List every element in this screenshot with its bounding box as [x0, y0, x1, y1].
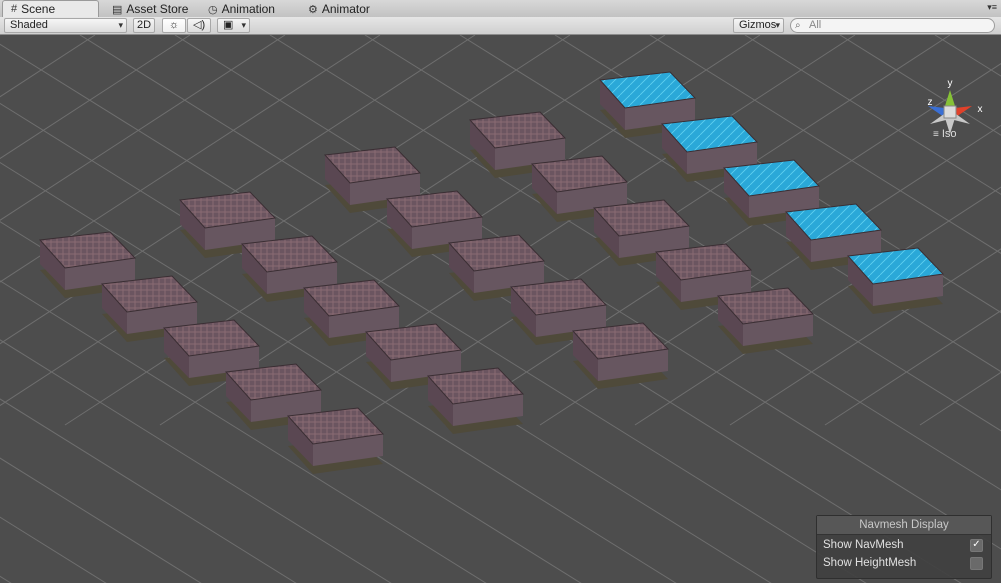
tab-animation-label: Animation	[221, 2, 275, 16]
navmesh-display-panel: Navmesh Display Show NavMesh ✓ Show Heig…	[816, 515, 992, 579]
grid-line	[0, 280, 487, 583]
animator-icon: ⚙	[308, 3, 318, 16]
render-mode-dropdown[interactable]: Shaded	[4, 18, 127, 33]
show-heightmesh-label: Show HeightMesh	[823, 557, 917, 569]
level-block[interactable]	[286, 407, 385, 474]
navmesh-panel-title: Navmesh Display	[817, 516, 991, 535]
tab-scene[interactable]: # Scene	[2, 0, 99, 17]
show-navmesh-row[interactable]: Show NavMesh ✓	[823, 537, 987, 553]
projection-label: Iso	[941, 128, 957, 140]
search-placeholder: All	[809, 19, 822, 31]
grid-line	[0, 575, 12, 583]
tab-animator-label: Animator	[321, 2, 370, 16]
grid-line	[444, 63, 1001, 426]
editor-tab-bar: # Scene ▤ Asset Store ◷ Animation ⚙ Anim…	[0, 0, 1001, 18]
menu-lines-icon: ≡	[933, 128, 939, 140]
gizmo-z-label: z	[928, 97, 933, 108]
grid-line	[254, 35, 856, 426]
level-block[interactable]	[716, 287, 815, 354]
show-heightmesh-checkbox[interactable]	[970, 557, 983, 570]
gizmos-dropdown[interactable]: Gizmos	[733, 18, 784, 33]
grid-icon: #	[11, 3, 18, 15]
store-icon: ▤	[112, 3, 123, 16]
clock-icon: ◷	[208, 3, 218, 16]
sun-icon: ☼	[168, 19, 180, 31]
tab-asset-store-label: Asset Store	[126, 2, 189, 16]
tab-scene-label: Scene	[21, 2, 56, 16]
level-block[interactable]	[846, 247, 945, 314]
projection-toggle[interactable]: ≡ Iso	[933, 128, 957, 140]
gizmo-x-label: x	[978, 104, 983, 115]
image-icon: ▣	[223, 19, 234, 31]
search-input[interactable]: ⌕ All	[790, 18, 995, 33]
grid-line	[839, 35, 1001, 136]
grid-line	[64, 35, 666, 426]
show-navmesh-label: Show NavMesh	[823, 539, 904, 551]
search-icon: ⌕	[795, 20, 801, 31]
grid-line	[919, 371, 1001, 426]
speaker-icon: ◁)	[193, 19, 206, 31]
gizmo-y-label: y	[948, 78, 953, 89]
level-block[interactable]	[426, 367, 525, 434]
scene-canvas: y x z	[0, 35, 1001, 583]
effects-dropdown[interactable]: ▣	[217, 18, 250, 33]
scene-toolbar: Shaded 2D ☼ ◁) ▣ Gizmos ⌕ All	[0, 17, 1001, 35]
2d-toggle-button[interactable]: 2D	[133, 18, 155, 33]
grid-line	[0, 35, 191, 160]
tab-asset-store[interactable]: ▤ Asset Store	[104, 1, 196, 17]
lighting-toggle-button[interactable]: ☼	[162, 18, 186, 33]
tab-animator[interactable]: ⚙ Animator	[300, 1, 378, 17]
show-heightmesh-row[interactable]: Show HeightMesh	[823, 555, 987, 571]
show-navmesh-checkbox[interactable]: ✓	[970, 539, 983, 552]
scene-viewport[interactable]: y x z ≡ Iso	[0, 35, 1001, 583]
tab-animation[interactable]: ◷ Animation	[200, 1, 283, 17]
level-objects	[38, 71, 945, 474]
tab-menu-icon[interactable]: ▾≡	[987, 2, 997, 13]
audio-toggle-button[interactable]: ◁)	[187, 18, 211, 33]
